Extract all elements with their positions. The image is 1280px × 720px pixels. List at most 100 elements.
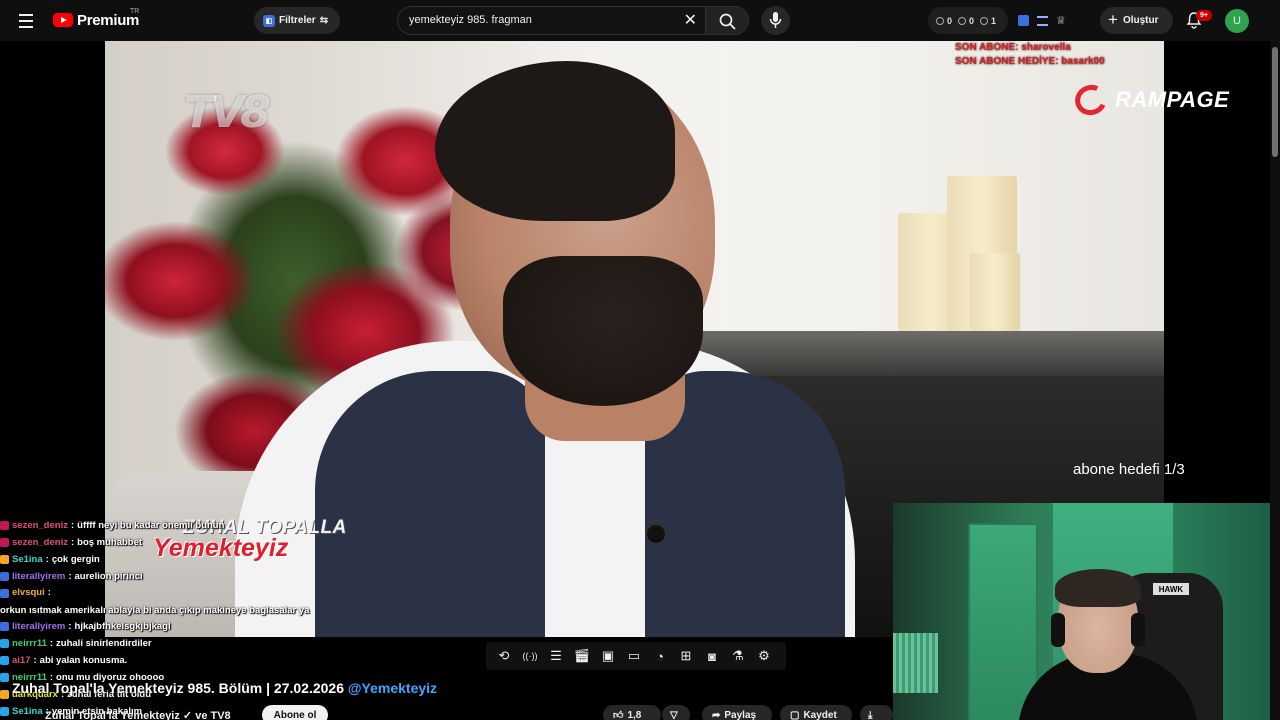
thumbs-up-icon: 👍︎ [613,710,624,720]
share-button[interactable]: ➦ Paylaş [702,705,772,720]
chat-message: neirrr11: zuhali sinirlendirdiler [0,635,320,652]
badge-icon [0,690,9,699]
badge-icon [0,521,9,530]
list-icon[interactable] [1037,15,1048,26]
chat-message: Se1ina: çok gergin [0,551,320,568]
download-button[interactable]: ⤓ [860,705,893,720]
clock-icon [936,16,944,25]
last-subscriber: SON ABONE: sharovella [955,42,1071,53]
stat-eye-off: 1 [980,16,996,26]
repeat-icon[interactable]: ⟲ [494,646,514,666]
chat-text: üffff neyi bu kadar önemli bunun [77,520,225,531]
youtube-play-icon [53,13,73,27]
add-icon[interactable]: ⊞ [676,646,696,666]
clapper-icon[interactable]: 🎬︎ [572,646,592,666]
chat-text: hjkajbfhkelsgkjbjkagl [74,621,171,632]
badge-icon [0,639,9,648]
video-player[interactable]: TV8 SON ABONE: sharovella SON ABONE HEDİ… [0,41,1270,720]
page-scrollbar[interactable] [1270,41,1280,720]
chat-separator: : [70,520,75,531]
sponsor-name: RAMPAGE [1115,87,1230,112]
headphones [1051,613,1065,647]
microphone-icon [769,12,782,28]
chat-separator: : [49,638,54,649]
youtube-logo[interactable]: Premium TR [53,8,139,29]
chat-message: literallyirem: hjkajbfhkelsgkjbjkagl [0,618,320,635]
like-button[interactable]: 👍︎ 1,8 [603,705,661,720]
miniplayer-icon[interactable]: ▣ [598,646,618,666]
chat-username: sezen_deniz [12,537,68,548]
voice-search-button[interactable] [761,6,790,35]
gear-icon[interactable]: ⚙︎ [754,646,774,666]
badge-icon [0,673,9,682]
chat-text: abi yalan konusma. [39,655,128,666]
headphones [1131,613,1145,647]
stat-value: 1 [991,15,997,26]
dislike-button[interactable]: ▽ [662,705,690,720]
stat-value: 0 [969,15,975,26]
channel-row: Zuhal Topal'la Yemekteyiz ✓ ve TV8 Abone… [0,701,893,720]
webcam-radiator [893,633,938,693]
extension-icon: ◧ [263,14,275,27]
last-gift-subscriber: SON ABONE HEDİYE: basark00 [955,56,1105,67]
eye-off-icon [980,16,989,25]
create-button[interactable]: + Oluştur [1100,7,1173,34]
video-title: Zuhal Topal'la Yemekteyiz 985. Bölüm | 2… [12,680,437,696]
last-subscriber-overlay: SON ABONE: sharovella SON ABONE HEDİYE: … [955,41,1105,69]
scrollbar-thumb[interactable] [1272,47,1278,157]
filters-button[interactable]: ◧ Filtreler ⇆ [254,7,340,34]
extension-icon[interactable] [1018,15,1029,26]
chat-message: elvsqui: orkun ısıtmak amerikalı ablayla … [0,585,320,618]
search-box[interactable]: yemekteyiz 985. fragman ✕ [397,6,705,35]
chat-username: elvsqui [12,587,45,598]
webcam: HAWK [893,503,1270,720]
menu-icon[interactable] [14,10,38,32]
lab-icon[interactable]: ⚗︎ [728,646,748,666]
subscribe-button[interactable]: Abone ol [262,705,328,720]
avatar[interactable]: U [1225,9,1249,33]
clear-search-icon[interactable]: ✕ [684,10,697,30]
create-label: Oluştur [1122,15,1159,26]
save-button[interactable]: ▢ Kaydet [780,705,852,720]
chat-separator: : [33,655,37,666]
rampage-icon [1070,80,1112,120]
playlist-add-icon[interactable]: ☰ [546,646,566,666]
speed-icon[interactable]: ◔ [650,646,670,666]
stat-eye: 0 [958,16,974,26]
badge-icon [0,622,9,631]
extension-stats[interactable]: 0 0 1 [928,7,1008,34]
badge-icon [0,555,9,564]
broadcast-icon[interactable]: ((·)) [520,646,540,666]
channel-name[interactable]: Zuhal Topal'la Yemekteyiz ✓ ve TV8 [45,709,231,720]
screenshot-icon[interactable]: ◙ [702,646,722,666]
tune-icon: ⇆ [319,15,329,26]
chat-separator: : [68,621,72,632]
search-button[interactable] [705,6,749,35]
player-controls: ⟲ ((·)) ☰ 🎬︎ ▣ ▭ ◔ ⊞ ◙ ⚗︎ ⚙︎ [486,642,786,670]
chat-username: literallyirem [12,621,66,632]
stat-clock: 0 [936,16,952,26]
candle [970,253,1020,331]
streamer-hair [1055,569,1141,607]
chat-username: ai17 [12,655,31,666]
chat-message: literallyirem: aurelion pirinci [0,568,320,585]
download-icon: ⤓ [868,709,873,720]
chat-text: zuhali sinirlendirdiler [56,638,152,649]
badge-icon [0,656,9,665]
trophy-icon[interactable]: ♕ [1056,14,1066,27]
filters-label: Filtreler [279,15,316,26]
search-icon [719,13,736,30]
thumbs-down-icon: ▽ [670,709,678,720]
plus-icon: + [1108,10,1118,29]
theater-icon[interactable]: ▭ [624,646,644,666]
chat-message: sezen_deniz: üffff neyi bu kadar önemli b… [0,517,320,534]
search-input[interactable]: yemekteyiz 985. fragman [409,14,532,26]
eye-icon [958,16,967,25]
chair-brand: HAWK [1153,583,1189,595]
chat-username: sezen_deniz [12,520,68,531]
channel-handle-link[interactable]: @Yemekteyiz [348,680,437,696]
subscriber-goal: abone hedefi 1/3 [1073,461,1185,478]
save-label: Kaydet [803,709,837,720]
share-label: Paylaş [724,709,757,720]
stat-value: 0 [947,15,953,26]
